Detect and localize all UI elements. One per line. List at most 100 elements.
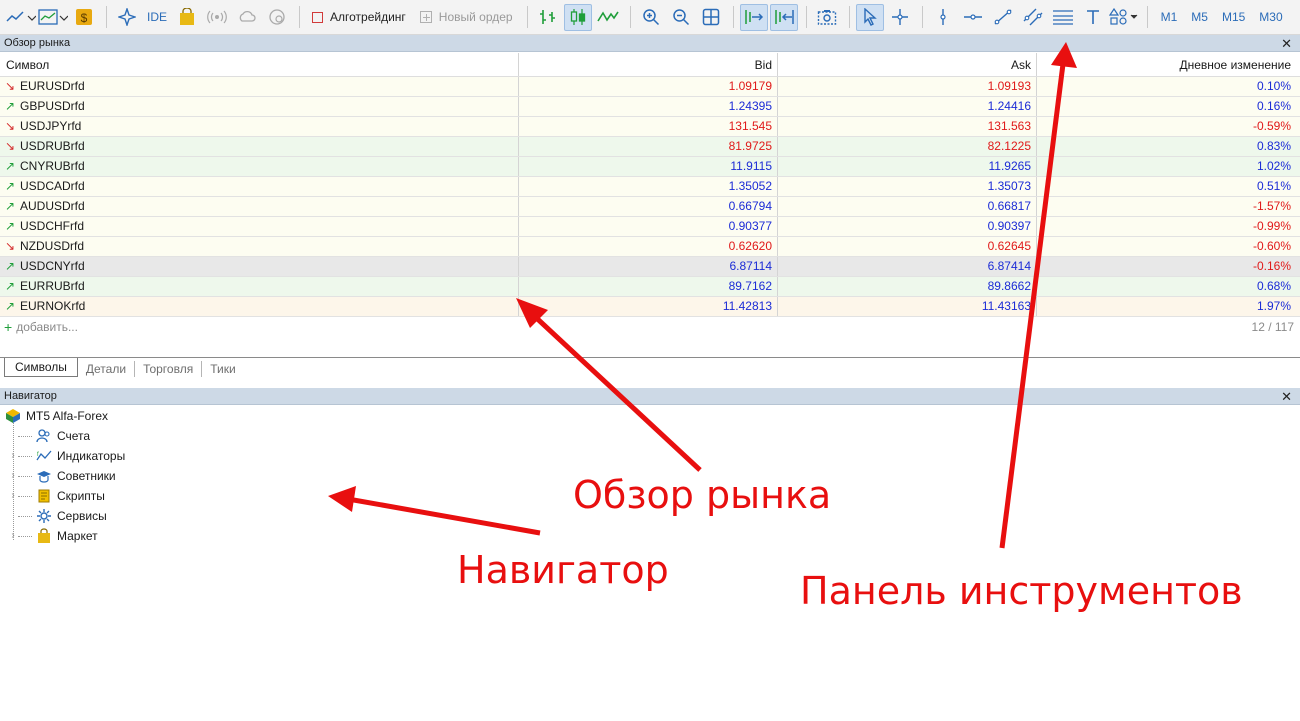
add-symbol-label: добавить... xyxy=(16,320,78,334)
table-row[interactable]: ↗ GBPUSDrfd 1.24395 1.24416 0.16% xyxy=(0,97,1300,117)
indicators-dropdown[interactable] xyxy=(38,4,68,31)
timeframe-m30[interactable]: M30 xyxy=(1259,10,1282,24)
chevron-right-icon[interactable]: › xyxy=(8,466,18,486)
change-cell: 0.83% xyxy=(1256,139,1291,153)
change-cell: -0.16% xyxy=(1252,259,1291,273)
table-row[interactable]: ↗ AUDUSDrfd 0.66794 0.66817 -1.57% xyxy=(0,197,1300,217)
zoom-out-icon[interactable] xyxy=(667,4,695,31)
chevron-right-icon[interactable]: › xyxy=(8,446,18,466)
chevron-right-icon[interactable]: › xyxy=(8,486,18,506)
chart-type-dropdown[interactable] xyxy=(6,4,36,31)
navigator-item-label: Советники xyxy=(57,469,116,483)
svg-text:$: $ xyxy=(81,11,88,25)
table-row[interactable]: ↘ EURUSDrfd 1.09179 1.09193 0.10% xyxy=(0,77,1300,97)
deposit-icon[interactable]: $ xyxy=(70,4,98,31)
fibonacci-icon[interactable] xyxy=(1049,4,1077,31)
navigator-root[interactable]: MT5 Alfa-Forex xyxy=(0,406,1300,426)
close-icon[interactable]: ✕ xyxy=(1281,35,1292,52)
screenshot-icon[interactable] xyxy=(813,4,841,31)
ide-button[interactable]: IDE xyxy=(143,4,171,31)
column-change[interactable]: Дневное изменение xyxy=(1037,53,1299,76)
vps-cloud-icon[interactable] xyxy=(233,4,261,31)
timeframe-m5[interactable]: M5 xyxy=(1191,10,1208,24)
signals-icon[interactable] xyxy=(203,4,231,31)
column-bid[interactable]: Bid xyxy=(519,53,778,76)
column-ask[interactable]: Ask xyxy=(778,53,1037,76)
text-icon[interactable] xyxy=(1079,4,1107,31)
close-icon[interactable]: ✕ xyxy=(1281,388,1292,405)
shapes-dropdown[interactable] xyxy=(1108,4,1139,31)
mt5-logo-icon xyxy=(5,408,21,424)
table-row[interactable]: ↗ USDCADrfd 1.35052 1.35073 0.51% xyxy=(0,177,1300,197)
equidistant-channel-icon[interactable] xyxy=(1019,4,1047,31)
navigator-root-label: MT5 Alfa-Forex xyxy=(26,409,109,423)
community-icon[interactable] xyxy=(263,4,291,31)
change-cell: -1.57% xyxy=(1252,199,1291,213)
table-row[interactable]: ↗ CNYRUBrfd 11.9115 11.9265 1.02% xyxy=(0,157,1300,177)
table-row[interactable]: ↗ USDCHFrfd 0.90377 0.90397 -0.99% xyxy=(0,217,1300,237)
ask-cell: 0.66817 xyxy=(778,197,1037,216)
zoom-in-icon[interactable] xyxy=(637,4,665,31)
ask-cell: 0.90397 xyxy=(778,217,1037,236)
table-row[interactable]: ↗ EURRUBrfd 89.7162 89.8662 0.68% xyxy=(0,277,1300,297)
auto-scroll-icon[interactable] xyxy=(739,3,768,31)
bar-chart-icon[interactable] xyxy=(534,4,562,31)
arrow-down-icon: ↘ xyxy=(4,79,16,93)
candlestick-chart-icon[interactable] xyxy=(563,3,592,31)
ask-cell: 0.62645 xyxy=(778,237,1037,256)
new-order-button[interactable]: Новый ордер xyxy=(414,4,519,31)
navigator-item[interactable]: › f Индикаторы xyxy=(0,446,1300,466)
annotation-navigator: Навигатор xyxy=(457,548,669,592)
table-row[interactable]: ↘ USDJPYrfd 131.545 131.563 -0.59% xyxy=(0,117,1300,137)
navigator-item-label: Индикаторы xyxy=(57,449,126,463)
chevron-right-icon[interactable]: › xyxy=(8,526,18,546)
arrow-down-icon: ↘ xyxy=(4,139,16,153)
ai-assistant-icon[interactable] xyxy=(113,4,141,31)
symbol-cell: ↘ USDJPYrfd xyxy=(0,117,519,136)
navigator-item[interactable]: Счета xyxy=(0,426,1300,446)
symbol-cell: ↗ USDCNYrfd xyxy=(0,257,519,276)
tab-trading[interactable]: Торговля xyxy=(135,361,203,377)
symbol-name: AUDUSDrfd xyxy=(20,199,85,213)
table-row[interactable]: ↘ NZDUSDrfd 0.62620 0.62645 -0.60% xyxy=(0,237,1300,257)
table-row[interactable]: ↗ USDCNYrfd 6.87114 6.87414 -0.16% xyxy=(0,257,1300,277)
timeframe-m1[interactable]: M1 xyxy=(1161,10,1178,24)
market-bag-icon[interactable] xyxy=(173,4,201,31)
bid-cell: 89.7162 xyxy=(519,277,778,296)
symbol-cell: ↗ EURRUBrfd xyxy=(0,277,519,296)
bid-cell: 0.66794 xyxy=(519,197,778,216)
table-body: ↘ EURUSDrfd 1.09179 1.09193 0.10% ↗ GBPUSDrfd 1… xyxy=(0,77,1300,317)
algotrading-button[interactable]: Алготрейдинг xyxy=(306,4,412,31)
change-cell: -0.99% xyxy=(1252,219,1291,233)
line-chart-icon[interactable] xyxy=(594,4,622,31)
cursor-icon[interactable] xyxy=(855,3,884,31)
vertical-line-icon[interactable] xyxy=(929,4,957,31)
tab-ticks[interactable]: Тики xyxy=(202,361,243,377)
arrow-up-icon: ↗ xyxy=(4,159,16,173)
navigator-item[interactable]: › Маркет xyxy=(0,526,1300,546)
column-symbol[interactable]: Символ xyxy=(0,53,519,76)
experts-icon xyxy=(36,468,52,484)
arrow-up-icon: ↗ xyxy=(4,279,16,293)
symbol-name: USDCNYrfd xyxy=(20,259,85,273)
toolbar-separator xyxy=(921,6,923,28)
ask-cell: 1.09193 xyxy=(778,77,1037,96)
horizontal-line-icon[interactable] xyxy=(959,4,987,31)
algotrading-label: Алготрейдинг xyxy=(330,10,406,24)
table-row[interactable]: ↘ USDRUBrfd 81.9725 82.1225 0.83% xyxy=(0,137,1300,157)
tab-symbols[interactable]: Символы xyxy=(4,358,78,377)
table-row[interactable]: ↗ EURNOKrfd 11.42813 11.43163 1.97% xyxy=(0,297,1300,317)
bid-cell: 1.24395 xyxy=(519,97,778,116)
bid-cell: 0.90377 xyxy=(519,217,778,236)
tile-windows-icon[interactable] xyxy=(697,4,725,31)
crosshair-icon[interactable] xyxy=(886,4,914,31)
add-symbol-row[interactable]: + добавить... 12 / 117 xyxy=(0,317,1300,337)
tab-details[interactable]: Детали xyxy=(78,361,136,377)
symbol-cell: ↗ AUDUSDrfd xyxy=(0,197,519,216)
timeframe-m15[interactable]: M15 xyxy=(1222,10,1245,24)
navigator-item-label: Сервисы xyxy=(57,509,107,523)
chart-shift-icon[interactable] xyxy=(769,3,798,31)
change-cell: 0.10% xyxy=(1256,79,1291,93)
trend-line-icon[interactable] xyxy=(989,4,1017,31)
toolbar-separator xyxy=(805,6,807,28)
